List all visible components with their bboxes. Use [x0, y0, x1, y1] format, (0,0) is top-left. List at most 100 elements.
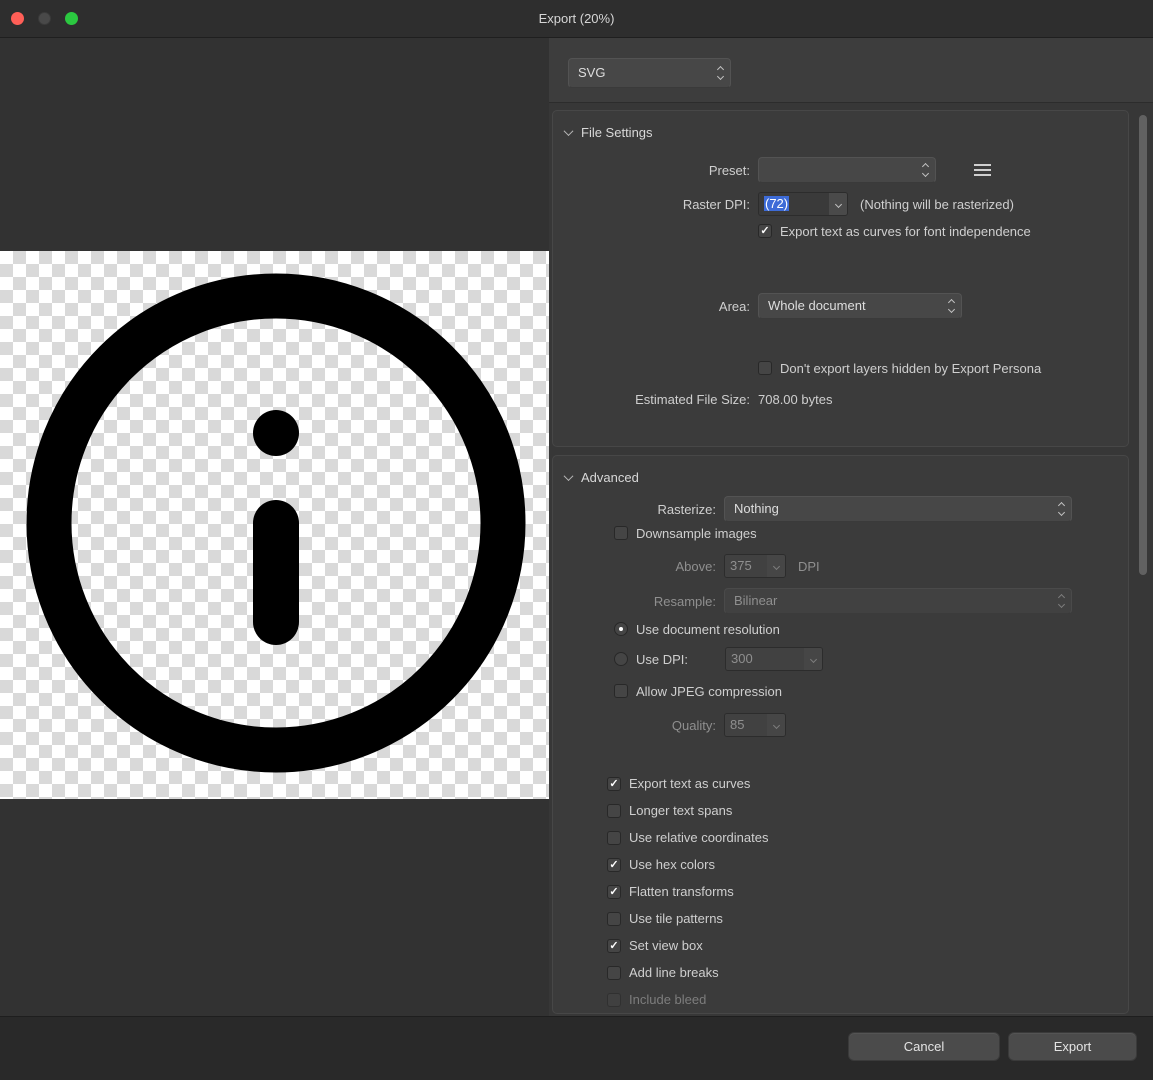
panel-scrollbar[interactable] — [1139, 115, 1147, 575]
raster-dpi-value: (72) — [764, 196, 789, 211]
stepper-icon — [949, 300, 954, 312]
checkbox-use-relative-coordinates[interactable]: Use relative coordinates — [607, 824, 1116, 851]
raster-dpi-label: Raster DPI: — [565, 197, 750, 212]
use-document-resolution-label: Use document resolution — [636, 622, 780, 637]
checkbox-icon[interactable] — [614, 526, 628, 540]
window-title: Export (20%) — [0, 11, 1153, 26]
dialog-footer: Cancel Export — [0, 1016, 1153, 1080]
raster-dpi-row: Raster DPI: (72) (Nothing will be raster… — [565, 192, 1116, 216]
checkbox-icon[interactable] — [607, 885, 621, 899]
preset-label: Preset: — [565, 163, 750, 178]
close-window-button[interactable] — [11, 12, 24, 25]
checkbox-label: Include bleed — [629, 992, 706, 1007]
use-dpi-value: 300 — [726, 648, 804, 670]
checkbox-add-line-breaks[interactable]: Add line breaks — [607, 959, 1116, 986]
dropdown-arrow-icon[interactable] — [804, 648, 822, 670]
resample-select[interactable]: Bilinear — [724, 588, 1072, 614]
rasterize-label: Rasterize: — [565, 502, 716, 517]
info-icon-artwork — [0, 251, 549, 799]
minimize-window-button[interactable] — [38, 12, 51, 25]
quality-value: 85 — [725, 714, 767, 736]
checkbox-label: Use tile patterns — [629, 911, 723, 926]
checkbox-icon[interactable] — [758, 224, 772, 238]
chevron-down-icon — [564, 471, 574, 481]
zoom-window-button[interactable] — [65, 12, 78, 25]
use-document-resolution-radio-row[interactable]: Use document resolution — [565, 620, 1116, 638]
checkbox-icon[interactable] — [607, 777, 621, 791]
dropdown-arrow-icon[interactable] — [767, 555, 785, 577]
checkbox-use-tile-patterns[interactable]: Use tile patterns — [607, 905, 1116, 932]
checkbox-icon[interactable] — [607, 804, 621, 818]
above-dpi-row: Above: 375 DPI — [565, 554, 1116, 578]
export-curves-checkbox-row[interactable]: Export text as curves for font independe… — [565, 222, 1116, 240]
checkbox-icon[interactable] — [607, 993, 621, 1007]
jpeg-compression-checkbox-row[interactable]: Allow JPEG compression — [565, 682, 1116, 700]
export-button[interactable]: Export — [1008, 1032, 1137, 1061]
export-dialog: Export (20%) SVG File Settings — [0, 0, 1153, 1080]
checkbox-icon[interactable] — [607, 912, 621, 926]
downsample-checkbox-row[interactable]: Downsample images — [565, 524, 1116, 542]
area-select[interactable]: Whole document — [758, 293, 962, 319]
checkbox-label: Flatten transforms — [629, 884, 734, 899]
above-label: Above: — [565, 559, 716, 574]
checkbox-icon[interactable] — [758, 361, 772, 375]
hidden-layers-checkbox-row[interactable]: Don't export layers hidden by Export Per… — [565, 359, 1116, 377]
format-select-value: SVG — [578, 65, 605, 80]
checkbox-label: Longer text spans — [629, 803, 732, 818]
stepper-icon — [923, 164, 928, 176]
chevron-down-icon — [564, 126, 574, 136]
rasterize-select-value: Nothing — [734, 501, 779, 516]
checkbox-export-text-as-curves[interactable]: Export text as curves — [607, 770, 1116, 797]
resample-label: Resample: — [565, 594, 716, 609]
estimated-size-label: Estimated File Size: — [565, 392, 750, 407]
estimated-size-row: Estimated File Size: 708.00 bytes — [565, 390, 1116, 408]
resample-select-value: Bilinear — [734, 593, 777, 608]
checkbox-use-hex-colors[interactable]: Use hex colors — [607, 851, 1116, 878]
resample-row: Resample: Bilinear — [565, 588, 1116, 614]
above-dpi-input[interactable]: 375 — [724, 554, 786, 578]
area-select-value: Whole document — [768, 298, 866, 313]
radio-icon[interactable] — [614, 652, 628, 666]
svg-options-checklist: Export text as curves Longer text spans … — [565, 770, 1116, 1013]
checkbox-label: Set view box — [629, 938, 703, 953]
raster-dpi-note: (Nothing will be rasterized) — [860, 197, 1014, 212]
checkbox-label: Add line breaks — [629, 965, 719, 980]
dropdown-arrow-icon[interactable] — [829, 193, 847, 215]
use-dpi-input[interactable]: 300 — [725, 647, 823, 671]
file-settings-header[interactable]: File Settings — [565, 123, 653, 141]
export-preview — [0, 38, 549, 1016]
rasterize-row: Rasterize: Nothing — [565, 496, 1116, 522]
checkbox-icon[interactable] — [607, 858, 621, 872]
checkbox-icon[interactable] — [607, 939, 621, 953]
preset-row: Preset: — [565, 157, 1116, 183]
checkbox-set-view-box[interactable]: Set view box — [607, 932, 1116, 959]
jpeg-compression-label: Allow JPEG compression — [636, 684, 782, 699]
stepper-icon — [1059, 503, 1064, 515]
checkbox-icon[interactable] — [607, 966, 621, 980]
downsample-label: Downsample images — [636, 526, 757, 541]
checkbox-icon[interactable] — [607, 831, 621, 845]
checkbox-icon[interactable] — [614, 684, 628, 698]
radio-icon[interactable] — [614, 622, 628, 636]
checkbox-label: Export text as curves — [629, 776, 750, 791]
preset-select[interactable] — [758, 157, 936, 183]
advanced-title: Advanced — [581, 470, 639, 485]
preset-menu-icon[interactable] — [974, 164, 991, 177]
checkbox-label: Use hex colors — [629, 857, 715, 872]
use-dpi-radio-row[interactable]: Use DPI: 300 — [565, 647, 1116, 671]
checkbox-flatten-transforms[interactable]: Flatten transforms — [607, 878, 1116, 905]
rasterize-select[interactable]: Nothing — [724, 496, 1072, 522]
file-settings-section: File Settings Preset: Raster DPI: (72) (… — [552, 110, 1129, 447]
quality-label: Quality: — [565, 718, 716, 733]
checkbox-longer-text-spans[interactable]: Longer text spans — [607, 797, 1116, 824]
checkbox-label: Use relative coordinates — [629, 830, 768, 845]
format-select[interactable]: SVG — [568, 58, 731, 88]
checkbox-include-bleed[interactable]: Include bleed — [607, 986, 1116, 1013]
window-controls — [11, 12, 78, 25]
cancel-button[interactable]: Cancel — [848, 1032, 1000, 1061]
quality-input[interactable]: 85 — [724, 713, 786, 737]
advanced-header[interactable]: Advanced — [565, 468, 639, 486]
area-row: Area: Whole document — [565, 293, 1116, 319]
raster-dpi-input[interactable]: (72) — [758, 192, 848, 216]
dropdown-arrow-icon[interactable] — [767, 714, 785, 736]
